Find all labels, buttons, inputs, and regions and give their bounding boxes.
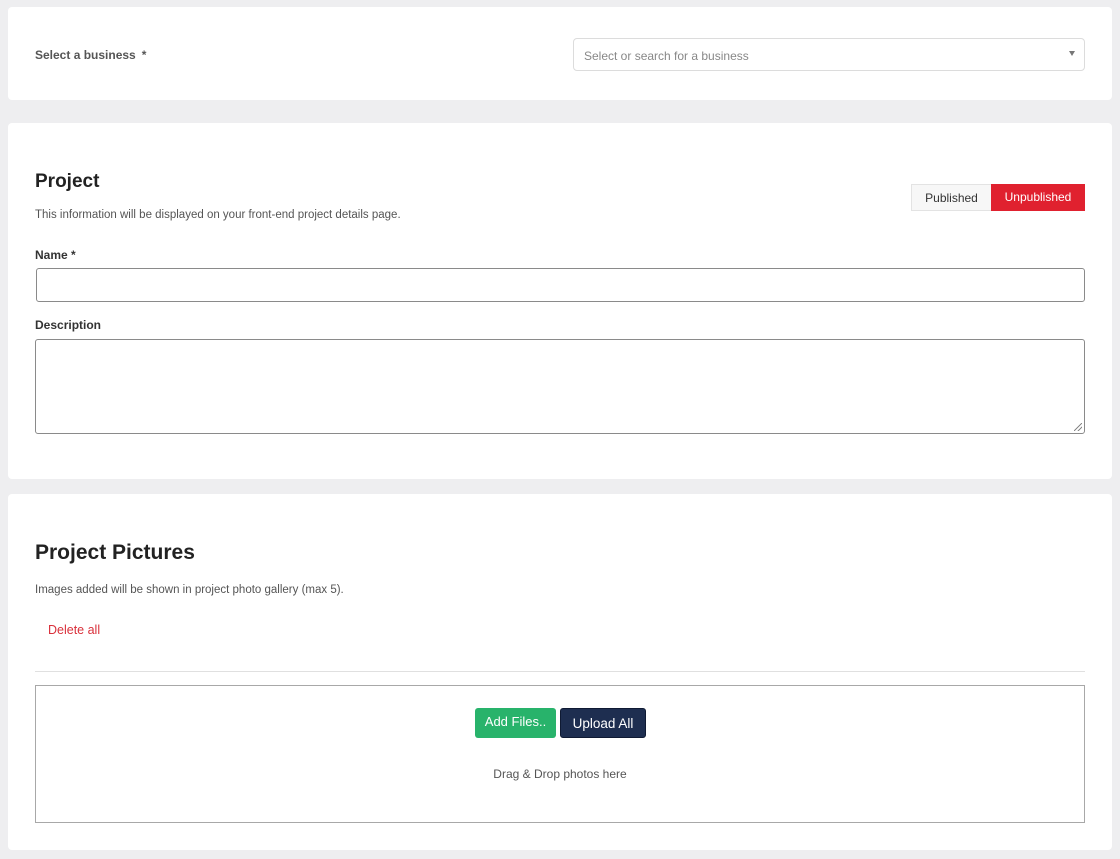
name-field[interactable] xyxy=(36,268,1085,302)
publish-status-toggle: Published Unpublished xyxy=(911,184,1085,211)
business-label: Select a business * xyxy=(35,48,147,62)
published-button[interactable]: Published xyxy=(911,184,991,211)
pictures-title: Project Pictures xyxy=(35,541,195,564)
resize-handle-icon[interactable] xyxy=(1074,423,1082,431)
divider xyxy=(35,671,1085,672)
photo-dropzone[interactable]: Add Files.. Upload All Drag & Drop photo… xyxy=(35,685,1085,823)
name-label: Name * xyxy=(35,248,76,262)
business-select[interactable]: Select or search for a business xyxy=(573,38,1085,71)
business-card: Select a business * Select or search for … xyxy=(8,7,1112,100)
upload-all-button[interactable]: Upload All xyxy=(560,708,646,738)
required-mark: * xyxy=(141,48,147,62)
description-label: Description xyxy=(35,318,102,332)
add-files-button[interactable]: Add Files.. xyxy=(475,708,556,738)
project-card: Project This information will be display… xyxy=(8,123,1112,479)
description-field[interactable] xyxy=(35,339,1085,434)
pictures-card: Project Pictures Images added will be sh… xyxy=(8,494,1112,850)
pictures-description-text: Images added will be shown in project ph… xyxy=(35,584,344,596)
project-description-text: This information will be displayed on yo… xyxy=(35,209,401,221)
chevron-down-icon xyxy=(1069,51,1075,56)
business-select-placeholder: Select or search for a business xyxy=(584,49,749,63)
project-title: Project xyxy=(35,171,100,192)
unpublished-button[interactable]: Unpublished xyxy=(991,184,1085,211)
drop-hint-text: Drag & Drop photos here xyxy=(493,767,627,781)
delete-all-link[interactable]: Delete all xyxy=(48,623,100,637)
